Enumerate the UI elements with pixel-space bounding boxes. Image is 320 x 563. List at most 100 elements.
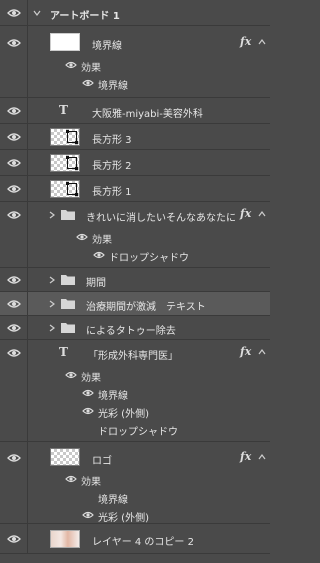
layer-name[interactable]: 治療期間が激減 テキスト [86,298,206,313]
eye-icon[interactable] [7,453,21,463]
layer-thumbnail[interactable] [50,33,80,51]
eye-icon[interactable] [7,275,21,285]
eye-icon[interactable] [76,233,88,241]
effect-item[interactable]: 境界線 [0,384,270,402]
effects-row[interactable]: 効果 [0,366,270,384]
fx-icon[interactable]: fx [240,207,251,220]
chevron-right-icon[interactable] [48,300,56,308]
layer-row[interactable]: T 「形成外科専門医」 fx 効果 境界線 光彩 (外側) ドロップシャドウ [0,340,270,442]
eye-icon[interactable] [65,61,77,69]
layer-name[interactable]: 期間 [86,274,106,289]
artboard-row[interactable]: アートボード 1 [0,0,270,26]
effect-item[interactable]: 境界線 [0,74,270,92]
eye-icon[interactable] [7,210,21,220]
fx-icon[interactable]: fx [240,345,251,358]
layer-row[interactable]: によるタトゥー除去 [0,316,270,340]
effects-label: 効果 [81,477,101,488]
caret-up-icon[interactable] [258,210,266,218]
visibility-column [0,316,28,339]
eye-icon[interactable] [7,38,21,48]
effect-name: ドロップシャドウ [98,427,178,438]
layer-thumbnail[interactable] [50,128,80,146]
artboard-title: アートボード 1 [50,11,120,22]
layer-name[interactable]: 「形成外科専門医」 [88,347,178,362]
effect-item[interactable]: 境界線 [0,488,270,506]
layer-name[interactable]: 長方形 2 [92,157,132,172]
effect-name: 境界線 [98,495,128,506]
effects-row[interactable]: 効果 [0,56,270,74]
eye-icon[interactable] [7,8,21,18]
eye-icon[interactable] [82,511,94,519]
caret-up-icon[interactable] [258,348,266,356]
layer-row-selected[interactable]: 治療期間が激減 テキスト [0,292,270,316]
layer-row[interactable]: 期間 [0,268,270,292]
effects-row[interactable]: 効果 [0,470,270,488]
eye-icon[interactable] [93,251,105,259]
folder-icon [61,298,75,309]
layer-thumbnail[interactable] [50,448,80,466]
layer-name[interactable]: 長方形 1 [92,183,132,198]
visibility-column [0,176,28,201]
layer-row[interactable]: ロゴ fx 効果 境界線 光彩 (外側) [0,442,270,524]
fx-icon[interactable]: fx [240,450,251,463]
eye-icon[interactable] [7,106,21,116]
effects-label: 効果 [81,63,101,74]
layer-name[interactable]: 境界線 [92,37,122,52]
visibility-column [0,98,28,123]
visibility-column [0,150,28,175]
visibility-column [0,124,28,149]
layer-row[interactable]: 境界線 fx 効果 境界線 [0,26,270,98]
eye-icon[interactable] [82,407,94,415]
effect-name: 光彩 (外側) [98,513,149,524]
chevron-right-icon[interactable] [48,324,56,332]
chevron-right-icon[interactable] [48,211,56,219]
eye-icon[interactable] [7,158,21,168]
layer-row[interactable]: 長方形 2 [0,150,270,176]
visibility-column [0,268,28,291]
caret-up-icon[interactable] [258,453,266,461]
eye-icon[interactable] [65,371,77,379]
eye-icon[interactable] [7,534,21,544]
layer-row[interactable]: T 大阪雅-miyabi-美容外科 [0,98,270,124]
eye-icon[interactable] [65,475,77,483]
effects-label: 効果 [92,235,112,246]
effects-row[interactable]: 効果 [0,228,270,246]
layer-name[interactable]: ロゴ [92,452,112,467]
layer-thumbnail[interactable] [50,154,80,172]
effect-item[interactable]: 光彩 (外側) [0,506,270,524]
layer-thumbnail[interactable] [50,530,80,548]
effect-name: ドロップシャドウ [109,253,189,264]
layer-row[interactable]: 長方形 3 [0,124,270,150]
layer-row[interactable]: レイヤー 4 のコピー 2 [0,524,270,554]
layer-name[interactable]: によるタトゥー除去 [86,322,176,337]
layer-name[interactable]: レイヤー 4 のコピー 2 [92,533,194,548]
effect-name: 光彩 (外側) [98,409,149,420]
layer-name[interactable]: きれいに消したいそんなあなたに [86,209,236,224]
eye-icon[interactable] [82,79,94,87]
layer-row[interactable]: きれいに消したいそんなあなたに fx 効果 ドロップシャドウ [0,202,270,268]
eye-icon[interactable] [82,389,94,397]
chevron-down-icon[interactable] [33,9,41,17]
T-icon: T [59,345,68,359]
layer-name[interactable]: 長方形 3 [92,131,132,146]
eye-icon[interactable] [7,323,21,333]
folder-icon [61,274,75,285]
effect-item[interactable]: 光彩 (外側) [0,402,270,420]
effects-label: 効果 [81,373,101,384]
effect-item[interactable]: ドロップシャドウ [0,246,270,264]
layer-thumbnail[interactable] [50,180,80,198]
eye-icon[interactable] [7,132,21,142]
folder-icon [61,209,75,220]
eye-icon[interactable] [7,299,21,309]
fx-icon[interactable]: fx [240,35,251,48]
effect-name: 境界線 [98,81,128,92]
layer-row[interactable]: 長方形 1 [0,176,270,202]
chevron-right-icon[interactable] [48,276,56,284]
visibility-column [0,292,28,315]
caret-up-icon[interactable] [258,38,266,46]
effect-item[interactable]: ドロップシャドウ [0,420,270,438]
visibility-column [0,0,28,25]
eye-icon[interactable] [7,184,21,194]
layer-name[interactable]: 大阪雅-miyabi-美容外科 [92,105,203,120]
eye-icon[interactable] [7,348,21,358]
